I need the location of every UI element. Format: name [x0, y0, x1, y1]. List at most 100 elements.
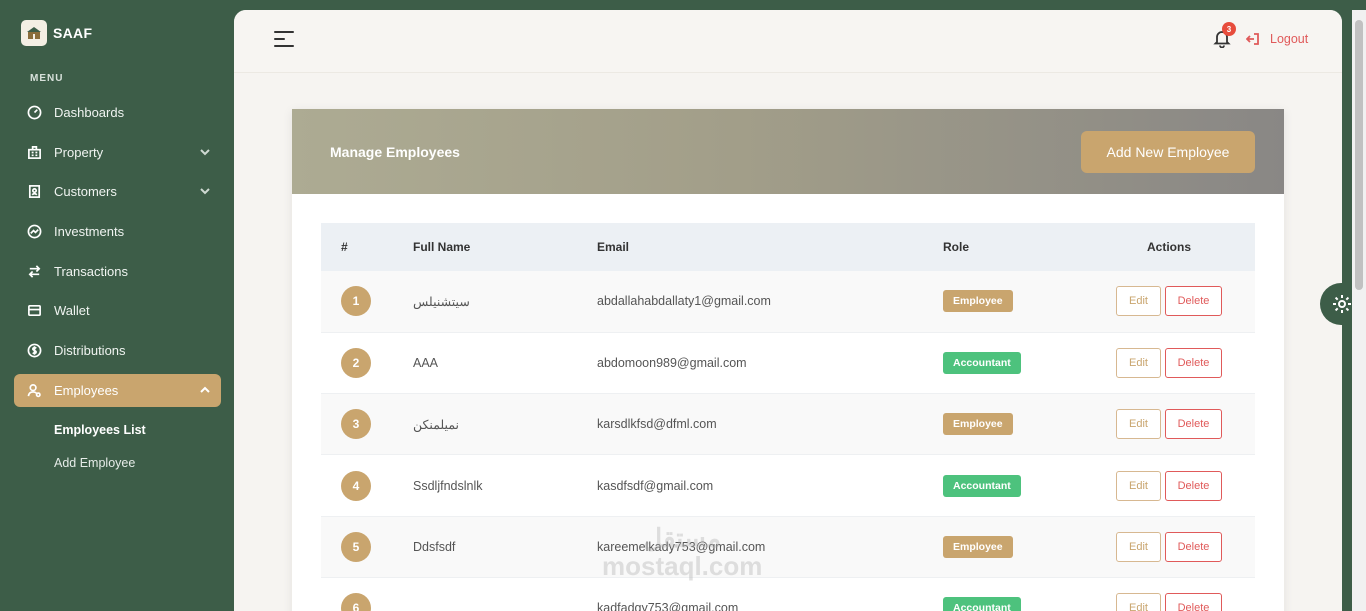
- sidebar-item-dashboards[interactable]: Dashboards: [14, 96, 221, 129]
- row-actions: Edit Delete: [1104, 271, 1255, 332]
- table-header-row: # Full Name Email Role Actions: [321, 223, 1255, 271]
- row-number-cell: 4: [321, 455, 403, 516]
- employees-subnav: Employees List Add Employee: [14, 414, 221, 480]
- row-number-cell: 6: [321, 577, 403, 611]
- sidebar-item-label: Property: [54, 144, 104, 160]
- col-actions: Actions: [1147, 240, 1192, 254]
- row-actions: Edit Delete: [1104, 577, 1255, 611]
- row-number-cell: 1: [321, 271, 403, 332]
- user-gear-icon: [26, 382, 42, 398]
- row-number-cell: 5: [321, 516, 403, 577]
- scroll-thumb[interactable]: [1355, 20, 1363, 290]
- row-role-cell: Accountant: [934, 455, 1104, 516]
- row-email: kareemelkady753@gmail.com: [597, 539, 766, 554]
- row-number: 4: [341, 470, 371, 501]
- brand[interactable]: SAAF: [21, 20, 92, 46]
- table-row: 5 Ddsfsdf kareemelkady753@gmail.com Employe…: [321, 516, 1255, 578]
- table-row: 1 سيتشنيلس abdallahabdallaty1@gmail.com Emp…: [321, 271, 1255, 333]
- row-role-cell: Employee: [934, 516, 1104, 577]
- sidebar-item-label: Wallet: [54, 303, 90, 319]
- edit-button[interactable]: Edit: [1116, 470, 1161, 501]
- chevron-up-icon: [199, 384, 211, 396]
- main-panel: 3 Logout Manage Employees Add New Employ…: [234, 10, 1342, 611]
- chevron-down-icon: [199, 185, 211, 197]
- topbar: 3 Logout: [234, 10, 1342, 73]
- row-role-cell: Employee: [934, 394, 1104, 455]
- table-row: 2 AAA abdomoon989@gmail.com Accountant Edit D…: [321, 332, 1255, 394]
- row-email: abdallahabdallaty1@gmail.com: [597, 294, 771, 309]
- dollar-icon: [26, 343, 42, 359]
- menu-label: MENU: [30, 73, 64, 84]
- col-email: Email: [597, 240, 630, 254]
- row-number: 3: [341, 409, 371, 440]
- sidebar-item-label: Transactions: [54, 263, 128, 279]
- brand-logo-icon: [21, 20, 47, 46]
- edit-button[interactable]: Edit: [1116, 286, 1161, 317]
- edit-button[interactable]: Edit: [1116, 409, 1161, 440]
- table-row: 6 kadfadgy753@gmail.com Accountant Edit Dele…: [321, 577, 1255, 611]
- sidebar-item-wallet[interactable]: Wallet: [14, 294, 221, 327]
- page-title: Manage Employees: [330, 144, 460, 160]
- wallet-icon: [26, 303, 42, 319]
- logout-icon: [1246, 33, 1259, 45]
- edit-button[interactable]: Edit: [1116, 593, 1161, 611]
- row-number: 1: [341, 286, 371, 317]
- chevron-down-icon: [199, 146, 211, 158]
- row-role-cell: Accountant: [934, 577, 1104, 611]
- delete-button[interactable]: Delete: [1165, 286, 1222, 317]
- sidebar-nav: Dashboards Property Customers Investment…: [14, 96, 221, 480]
- row-full-name: نميلمنكن: [413, 417, 460, 432]
- delete-button[interactable]: Delete: [1165, 470, 1222, 501]
- role-badge: Employee: [943, 535, 1013, 558]
- add-new-employee-button[interactable]: Add New Employee: [1081, 131, 1255, 173]
- row-actions: Edit Delete: [1104, 455, 1255, 516]
- sidebar-item-distributions[interactable]: Distributions: [14, 334, 221, 367]
- edit-button[interactable]: Edit: [1116, 531, 1161, 562]
- edit-button[interactable]: Edit: [1116, 347, 1161, 378]
- sidebar-item-transactions[interactable]: Transactions: [14, 255, 221, 288]
- delete-button[interactable]: Delete: [1165, 347, 1222, 378]
- logout-button[interactable]: Logout: [1246, 32, 1308, 46]
- sidebar-item-property[interactable]: Property: [14, 136, 221, 169]
- contacts-icon: [26, 184, 42, 200]
- row-number: 5: [341, 531, 371, 562]
- row-full-name: سيتشنيلس: [413, 294, 470, 309]
- table-row: 4 Ssdljfndslnlk kasdfsdf@gmail.com Accounta…: [321, 455, 1255, 517]
- row-number-cell: 2: [321, 332, 403, 393]
- row-email: kasdfsdf@gmail.com: [597, 478, 714, 493]
- role-badge: Accountant: [943, 597, 1021, 611]
- role-badge: Employee: [943, 413, 1013, 436]
- sidebar-item-investments[interactable]: Investments: [14, 215, 221, 248]
- subnav-employees-list[interactable]: Employees List: [14, 414, 221, 447]
- sidebar-item-employees[interactable]: Employees: [14, 373, 221, 407]
- row-number: 6: [341, 593, 371, 611]
- sidebar: SAAF MENU Dashboards Property Customers …: [0, 0, 234, 611]
- sidebar-item-label: Distributions: [54, 343, 126, 359]
- delete-button[interactable]: Delete: [1165, 531, 1222, 562]
- sidebar-item-label: Investments: [54, 224, 125, 240]
- row-number-cell: 3: [321, 394, 403, 455]
- role-badge: Employee: [943, 290, 1013, 313]
- role-badge: Accountant: [943, 351, 1021, 374]
- row-actions: Edit Delete: [1104, 516, 1255, 577]
- row-full-name: Ddsfsdf: [413, 539, 456, 554]
- delete-button[interactable]: Delete: [1165, 593, 1222, 611]
- notification-badge: 3: [1222, 22, 1236, 36]
- employees-table: # Full Name Email Role Actions 1 سيتشنيلس…: [321, 223, 1255, 611]
- row-full-name: [403, 577, 588, 611]
- row-number: 2: [341, 347, 371, 378]
- page-scrollbar[interactable]: [1352, 10, 1366, 611]
- brand-name: SAAF: [53, 25, 93, 41]
- subnav-add-employee[interactable]: Add Employee: [14, 447, 221, 480]
- sidebar-item-label: Employees: [54, 382, 119, 398]
- delete-button[interactable]: Delete: [1165, 409, 1222, 440]
- sidebar-item-label: Dashboards: [54, 105, 125, 120]
- logout-label: Logout: [1270, 32, 1309, 46]
- sidebar-item-customers[interactable]: Customers: [14, 175, 221, 208]
- menu-toggle-icon[interactable]: [274, 31, 294, 49]
- gear-icon: [1333, 295, 1351, 313]
- col-number: #: [341, 240, 348, 254]
- employees-card: Manage Employees Add New Employee # Full…: [292, 109, 1284, 611]
- table-row: 3 نميلمنكن karsdlkfsd@dfml.com Employee Edit…: [321, 393, 1255, 455]
- row-actions: Edit Delete: [1104, 394, 1255, 455]
